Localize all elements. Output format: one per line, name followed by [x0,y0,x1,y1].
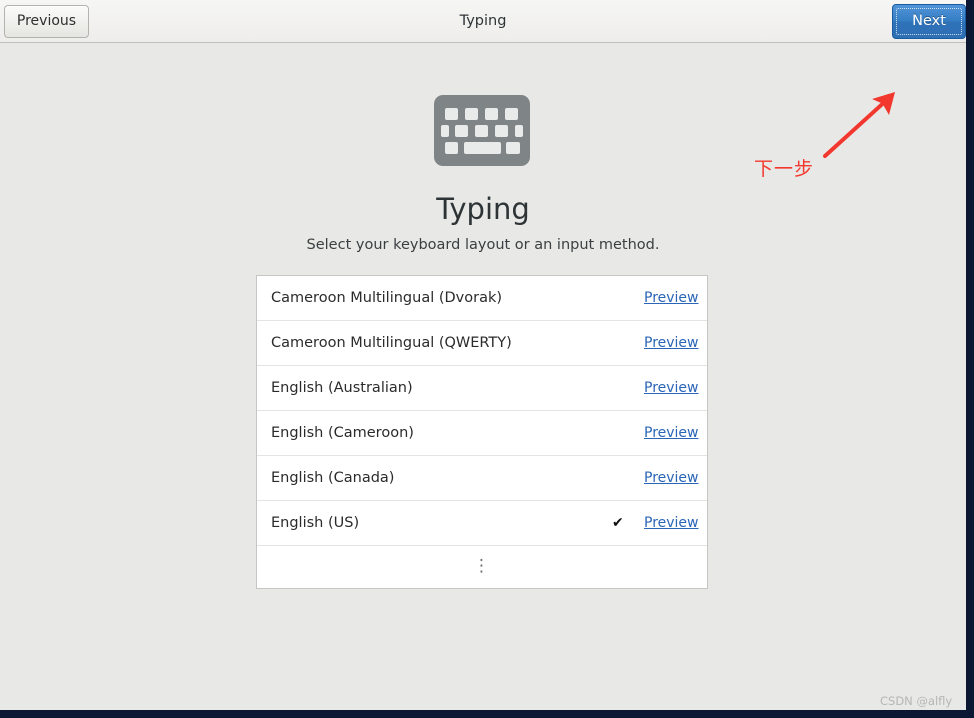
list-item[interactable]: English (Cameroon) Preview [257,411,707,456]
checkmark-icon: ✔ [612,515,624,531]
show-more-row[interactable]: ⋮ [257,546,707,588]
next-button-label: Next [912,13,946,29]
list-item[interactable]: English (Australian) Preview [257,366,707,411]
content-area: Typing Select your keyboard layout or an… [0,44,966,710]
watermark: CSDN @alfly [880,694,953,708]
window-frame-bottom [0,710,974,718]
installer-window: Previous Typing Next Typing Select your … [0,0,966,710]
preview-link[interactable]: Preview [644,276,699,321]
layout-name: Cameroon Multilingual (Dvorak) [271,290,503,306]
page-subtitle: Select your keyboard layout or an input … [306,237,660,253]
layout-name: English (Cameroon) [271,425,414,441]
list-item[interactable]: Cameroon Multilingual (Dvorak) Preview [257,276,707,321]
layout-name: English (Australian) [271,380,413,396]
list-item[interactable]: English (Canada) Preview [257,456,707,501]
preview-link[interactable]: Preview [644,501,699,546]
annotation-arrow-icon [823,92,895,158]
header-bar: Previous Typing Next [0,0,966,43]
page-title-header: Typing [459,13,507,29]
preview-link[interactable]: Preview [644,321,699,366]
keyboard-layout-list: Cameroon Multilingual (Dvorak) Preview C… [256,275,708,589]
annotation-label: 下一步 [754,158,815,180]
layout-name: English (Canada) [271,470,395,486]
next-button[interactable]: Next [892,4,966,39]
preview-link[interactable]: Preview [644,411,699,456]
page-title: Typing [436,192,530,226]
more-vertical-icon: ⋮ [473,556,491,576]
keyboard-icon [434,95,530,166]
window-frame-right [966,0,974,718]
preview-link[interactable]: Preview [644,366,699,411]
layout-name: English (US) [271,515,360,531]
list-item[interactable]: Cameroon Multilingual (QWERTY) Preview [257,321,707,366]
preview-link[interactable]: Preview [644,456,699,501]
layout-name: Cameroon Multilingual (QWERTY) [271,335,512,351]
list-item-selected[interactable]: English (US) ✔ Preview [257,501,707,546]
